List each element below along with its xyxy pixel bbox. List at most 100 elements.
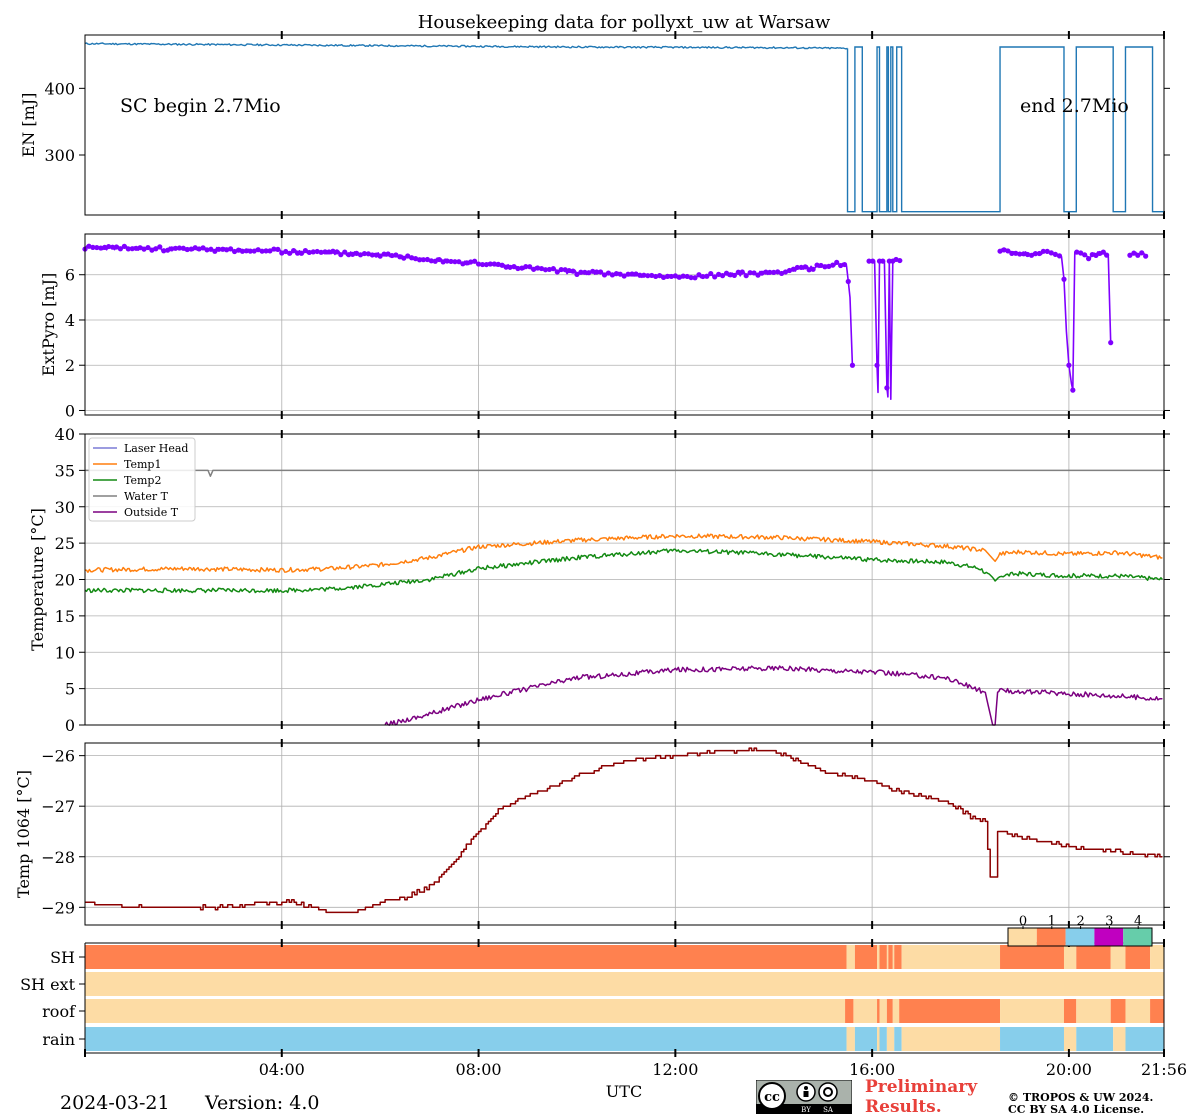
y-tick-label: 0: [65, 716, 75, 735]
pyro-point: [849, 362, 856, 368]
status-segment: [886, 945, 889, 969]
status-segment: [1000, 999, 1064, 1023]
status-segment: [1110, 945, 1126, 969]
y-tick-label: 400: [44, 79, 75, 98]
status-segment: [879, 1027, 887, 1051]
temp-series-4: [384, 665, 1163, 726]
legend-label: Water T: [124, 490, 169, 503]
status-segment: [1125, 1027, 1164, 1051]
status-segment: [1150, 999, 1164, 1023]
status-segment: [1125, 999, 1151, 1023]
y-tick-label: 10: [55, 643, 75, 662]
pyro-point: [1066, 362, 1072, 368]
status-segment: [1150, 945, 1164, 969]
status-segment: [853, 999, 878, 1023]
cc-by-sa-icon: cc BY SA: [756, 1080, 852, 1114]
pyro-point: [1104, 252, 1110, 258]
colorbar-swatch: [1123, 928, 1152, 946]
status-segment: [1110, 999, 1126, 1023]
pyro-point: [1085, 256, 1092, 262]
panel-3: −29 −28 −27 −26 Temp 1064 [°C]: [14, 739, 1170, 929]
status-segment: [1063, 999, 1077, 1023]
status-segment: [854, 1027, 878, 1051]
status-segment: [1113, 1027, 1126, 1051]
panel-frame-1: [84, 233, 1165, 416]
status-segment: [886, 1027, 895, 1051]
panel-1: 0 2 4 6 ExtPyro [mJ]: [39, 230, 1170, 420]
version-label: Version: 4.0: [205, 1092, 320, 1114]
colorbar: 01234: [1007, 914, 1153, 947]
legend: Laser Head Temp1 Temp2 Water T Outside T: [88, 437, 196, 522]
status-segment: [894, 1027, 902, 1051]
status-segment: [877, 945, 880, 969]
en-series-drops: [846, 46, 1164, 213]
pyro-point: [884, 385, 890, 391]
status-segment: [901, 1027, 1001, 1051]
status-segment: [854, 945, 878, 969]
y-tick-label: 6: [65, 266, 75, 285]
status-row-label: SH ext: [20, 975, 75, 994]
pyro-point: [1143, 253, 1149, 259]
annotation-end: end 2.7Mio: [1020, 95, 1129, 117]
status-segment: [892, 999, 900, 1023]
date-label: 2024-03-21: [60, 1092, 170, 1114]
status-segment: [879, 945, 887, 969]
y-tick-label: −27: [41, 797, 75, 816]
pyro-point: [1108, 340, 1114, 346]
panel-0: 300 400 EN [mJ] SC begin 2.7Mio end 2.7Mio: [19, 31, 1170, 219]
pyro-point: [845, 278, 851, 285]
x-axis-label: UTC: [606, 1082, 642, 1101]
pyro-point: [841, 261, 848, 268]
y-tick-label: 30: [55, 498, 75, 517]
panel-frame-3: [84, 742, 1165, 926]
status-segment: [1063, 945, 1077, 969]
y-axis-label: Temp 1064 [°C]: [14, 770, 33, 898]
y-axis-label: Temperature [°C]: [28, 508, 47, 651]
status-segment: [1063, 1027, 1077, 1051]
temp-series-2: [84, 548, 1163, 594]
colorbar-swatch: [1094, 928, 1124, 946]
y-tick-label: 35: [55, 461, 75, 480]
colorbar-swatch: [1065, 928, 1095, 946]
status-segment: [846, 945, 855, 969]
status-row-label: roof: [42, 1002, 76, 1021]
y-tick-label: 5: [65, 680, 75, 699]
status-segment: [1076, 999, 1111, 1023]
y-axis-label: ExtPyro [mJ]: [39, 273, 58, 376]
status-segment: [85, 945, 847, 969]
temp1064-series: [85, 747, 1163, 914]
annotation-sc-begin: SC begin 2.7Mio: [120, 95, 281, 117]
x-tick-label: 04:00: [259, 1060, 305, 1079]
y-tick-label: 0: [65, 401, 75, 420]
pyro-point: [1139, 250, 1145, 256]
preliminary-line-2: Results.: [865, 1097, 942, 1117]
status-segment: [1000, 1027, 1064, 1051]
housekeeping-figure: Housekeeping data for pollyxt_uw at Wars…: [14, 12, 1187, 1101]
status-segment: [85, 972, 1164, 996]
legend-label: Outside T: [124, 506, 179, 519]
y-tick-label: 25: [55, 534, 75, 553]
legend-label: Laser Head: [124, 442, 188, 455]
pyro-series: [999, 248, 1112, 391]
status-segment: [1076, 945, 1111, 969]
y-tick-label: 2: [65, 356, 75, 375]
status-segment: [894, 945, 902, 969]
temp-series-3: [85, 469, 1164, 477]
colorbar-swatch: [1036, 928, 1066, 946]
pyro-point: [897, 257, 903, 264]
status-segment: [85, 999, 846, 1023]
pyro-point: [739, 269, 745, 275]
status-segment: [901, 945, 1001, 969]
status-segment: [888, 945, 893, 969]
preliminary-line-1: Preliminary: [865, 1077, 978, 1097]
pyro-point: [1061, 276, 1067, 282]
y-tick-label: −28: [41, 848, 75, 867]
y-tick-label: 4: [65, 311, 75, 330]
status-row-label: rain: [42, 1030, 75, 1049]
x-tick-label: 12:00: [652, 1060, 698, 1079]
pyro-point: [157, 244, 163, 250]
pyro-point: [1082, 252, 1088, 258]
status-segment: [877, 1027, 880, 1051]
pyro-point: [1056, 253, 1063, 259]
y-tick-label: 15: [55, 607, 75, 626]
